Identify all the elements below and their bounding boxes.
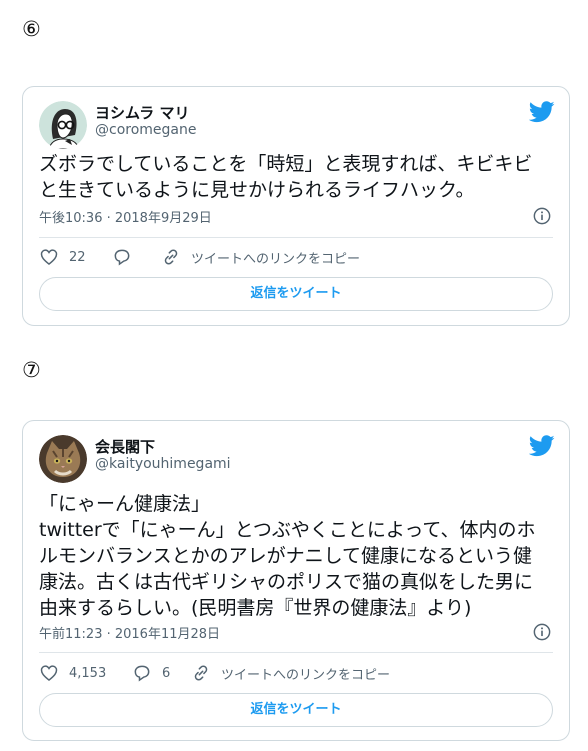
copy-link-label: ツイートへのリンクをコピー	[191, 251, 361, 267]
reply-button[interactable]: 6	[132, 663, 170, 683]
tweet-number-7: ⑦	[22, 358, 41, 382]
avatar[interactable]	[39, 435, 87, 483]
link-icon	[164, 249, 178, 265]
heart-icon	[40, 249, 58, 266]
avatar[interactable]	[39, 101, 87, 149]
divider	[39, 237, 553, 238]
info-icon[interactable]	[533, 207, 551, 225]
like-button[interactable]: 4,153	[39, 663, 106, 683]
reply-icon	[134, 665, 150, 682]
avatar-glasses-woman-icon	[39, 101, 87, 149]
tweet-card: 会長閣下 @kaityouhimegami 「にゃーん健康法」 twitterで…	[22, 420, 570, 741]
reply-count: 6	[162, 665, 171, 681]
copy-link-button[interactable]: ツイートへのリンクをコピー	[161, 247, 360, 267]
tweet-text: ズボラでしていることを「時短」と表現すれば、キビキビと生きているように見せかけら…	[39, 153, 533, 201]
like-count: 22	[69, 249, 86, 265]
tweet-actions: 4,153 6 ツイートへのリンクをコピー	[39, 663, 553, 685]
info-icon[interactable]	[533, 623, 551, 641]
tweet-number-6: ⑥	[22, 17, 41, 41]
tweet-actions: 22 ツイートへのリンクをコピー	[39, 247, 553, 269]
like-count: 4,153	[69, 665, 107, 681]
tweet-text: 「にゃーん健康法」 twitterで「にゃーん」とつぶやくことによって、体内のホ…	[39, 493, 536, 619]
copy-link-label: ツイートへのリンクをコピー	[221, 667, 391, 683]
tweet-timestamp[interactable]: 午前11:23 · 2016年11月28日	[39, 623, 220, 642]
display-name[interactable]: 会長閣下	[95, 436, 155, 457]
tweet-card: ヨシムラ マリ @coromegane ズボラでしていることを「時短」と表現すれ…	[22, 86, 570, 326]
like-button[interactable]: 22	[39, 247, 86, 267]
twitter-bird-icon[interactable]	[529, 435, 555, 457]
tweet-timestamp[interactable]: 午後10:36 · 2018年9月29日	[39, 207, 212, 226]
heart-icon	[40, 665, 58, 682]
user-handle[interactable]: @coromegane	[95, 122, 196, 138]
divider	[39, 652, 553, 653]
link-icon	[194, 665, 208, 681]
reply-button[interactable]	[112, 247, 142, 267]
reply-tweet-button[interactable]: 返信をツイート	[39, 277, 553, 311]
user-handle[interactable]: @kaityouhimegami	[95, 456, 231, 472]
reply-tweet-button[interactable]: 返信をツイート	[39, 693, 553, 727]
copy-link-button[interactable]: ツイートへのリンクをコピー	[191, 663, 390, 683]
display-name[interactable]: ヨシムラ マリ	[95, 102, 189, 123]
avatar-cat-icon	[39, 435, 87, 483]
reply-icon	[114, 249, 130, 266]
twitter-bird-icon[interactable]	[529, 101, 555, 123]
